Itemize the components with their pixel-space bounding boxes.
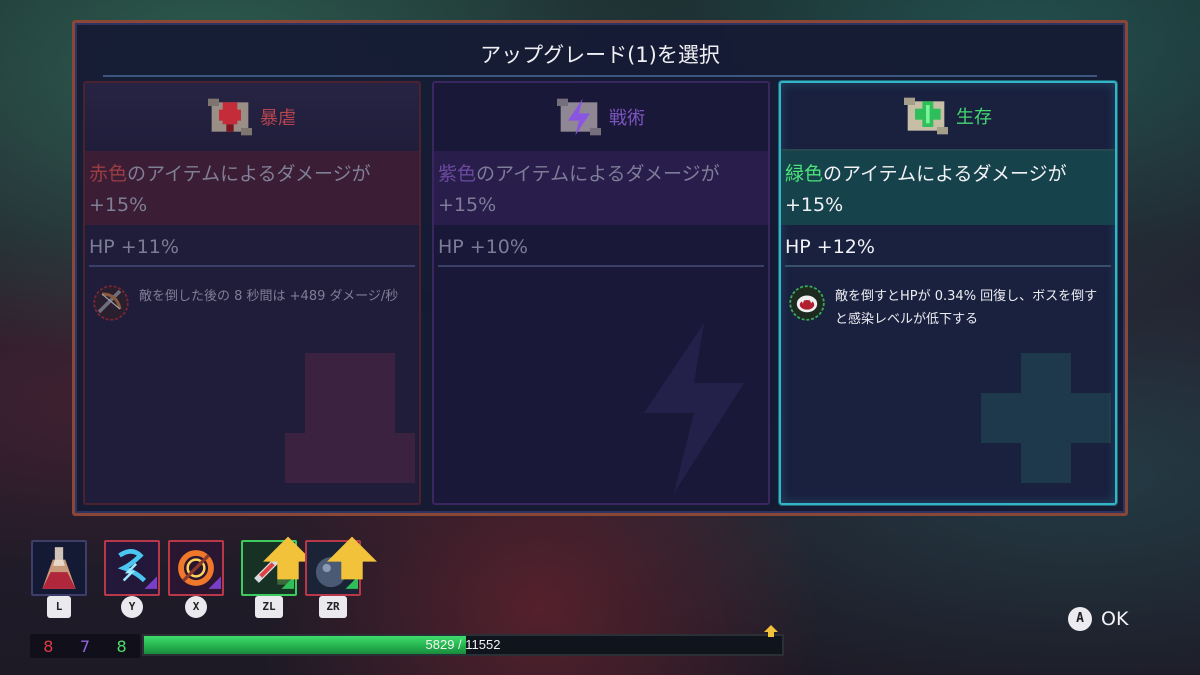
upgrade-card-tyranny[interactable]: 暴虐 赤色のアイテムによるダメージが+15% HP +11% 敵を倒した後の 8… <box>83 81 421 505</box>
a-button-icon[interactable]: A <box>1068 607 1092 631</box>
stat-text: のアイテムによるダメージが+15% <box>89 163 371 216</box>
key-hint-x: X <box>185 596 207 618</box>
health-current: 5829 <box>425 637 455 652</box>
green-scroll-count: 8 <box>116 636 127 656</box>
health-flask-slot[interactable] <box>31 540 87 596</box>
hp-bonus: HP +12% <box>785 236 875 258</box>
key-hint-y: Y <box>121 596 143 618</box>
ok-button[interactable]: OK <box>1101 607 1128 631</box>
stat-color-word: 赤色 <box>89 163 128 185</box>
damage-bonus: 緑色のアイテムによるダメージが+15% <box>781 151 1115 225</box>
card-name: 生存 <box>956 107 992 128</box>
key-hint-zl: ZL <box>255 596 283 618</box>
purple-scroll-count: 7 <box>79 636 91 656</box>
card-name: 暴虐 <box>260 108 296 129</box>
skill-slot-y[interactable] <box>104 540 160 596</box>
upgrade-dialog: アップグレード(1)を選択 暴虐 赤色のアイテムによるダメージが+15% HP … <box>72 20 1128 516</box>
perk-row: 敵を倒すとHPが 0.34% 回復し、ボスを倒すと感染レベルが低下する <box>789 285 1109 331</box>
health-upgrade-arrow-icon <box>764 625 778 637</box>
perk-description: 敵を倒した後の 8 秒間は +489 ダメージ/秒 <box>139 289 399 304</box>
damage-bonus: 赤色のアイテムによるダメージが+15% <box>85 151 419 225</box>
green-cross-scroll-icon <box>904 97 948 135</box>
upgrade-card-tactics[interactable]: 戦術 紫色のアイテムによるダメージが+15% HP +10% <box>432 81 770 505</box>
stat-text: のアイテムによるダメージが+15% <box>438 163 720 216</box>
scroll-counters: 8 7 8 <box>30 634 140 658</box>
key-hint-zr: ZR <box>319 596 347 618</box>
upgrade-arrow-icon <box>327 536 377 580</box>
stat-color-word: 紫色 <box>438 163 477 185</box>
ghost-cross-icon <box>981 353 1111 483</box>
skill-slot-x[interactable] <box>168 540 224 596</box>
skill-slot-zr[interactable] <box>305 536 377 596</box>
upgrade-card-survival[interactable]: 生存 緑色のアイテムによるダメージが+15% HP +12% 敵を倒すとHPが … <box>779 81 1117 505</box>
health-max: 11552 <box>465 637 501 652</box>
lightning-whip-icon <box>117 549 157 589</box>
hp-bonus: HP +11% <box>89 236 179 258</box>
card-header: 暴虐 <box>85 83 419 151</box>
key-hint-l: L <box>47 596 71 618</box>
stat-color-word: 緑色 <box>785 163 824 185</box>
card-divider <box>89 265 415 267</box>
card-divider <box>785 265 1111 267</box>
card-name: 戦術 <box>609 108 645 129</box>
hp-bonus: HP +10% <box>438 236 528 258</box>
ghost-bolt-icon <box>644 323 744 493</box>
health-flask-icon <box>42 547 76 589</box>
card-divider <box>438 265 764 267</box>
stat-text: のアイテムによるダメージが+15% <box>785 163 1067 216</box>
skill-slot-zl[interactable] <box>241 536 313 596</box>
red-fist-scroll-icon <box>208 98 252 136</box>
health-separator: / <box>458 637 462 652</box>
card-header: 生存 <box>781 83 1115 151</box>
perk-row: 敵を倒した後の 8 秒間は +489 ダメージ/秒 <box>93 285 413 321</box>
fire-ring-icon <box>178 550 221 589</box>
card-header: 戦術 <box>434 83 768 151</box>
perk-description: 敵を倒すとHPが 0.34% 回復し、ボスを倒すと感染レベルが低下する <box>835 289 1098 327</box>
purple-bolt-scroll-icon <box>557 98 601 136</box>
dialog-title: アップグレード(1)を選択 <box>480 43 720 67</box>
health-readout: 5829 / 11552 <box>144 636 782 654</box>
red-scroll-count: 8 <box>43 636 54 656</box>
health-bar: 5829 / 11552 <box>142 634 784 656</box>
title-divider <box>103 75 1097 77</box>
crossbow-icon <box>93 285 129 321</box>
ghost-fist-icon <box>285 353 415 483</box>
damage-bonus: 紫色のアイテムによるダメージが+15% <box>434 151 768 225</box>
vampire-mouth-icon <box>789 285 825 321</box>
